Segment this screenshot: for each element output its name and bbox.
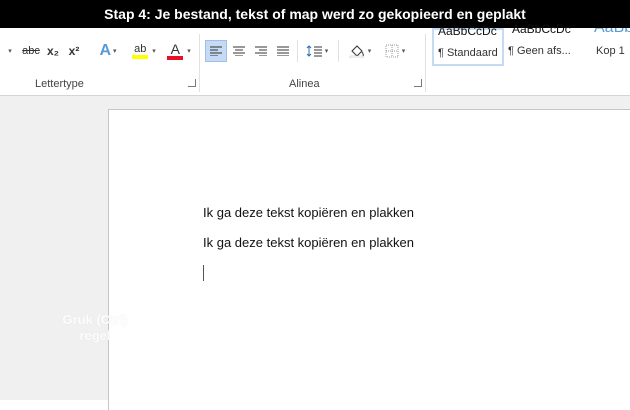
align-left-button[interactable] [205,40,227,62]
paragraph-dialog-launcher-icon[interactable] [414,79,422,87]
group-divider [425,34,426,92]
align-left-icon [210,46,222,56]
strikethrough-button[interactable]: abc [20,40,42,62]
font-color-swatch [167,56,184,60]
font-color-icon: A [167,41,184,60]
justify-icon [277,46,289,56]
highlighter-icon: ab [132,43,149,59]
line-spacing-icon [306,45,322,57]
align-center-icon [233,46,245,56]
chevron-down-icon: ▾ [187,48,191,55]
font-dropdown-tail[interactable]: ▾ [4,40,16,62]
style-name: ¶ Standaard [438,47,498,59]
overlay-ghost-text: Gruk (Ctrl) regel [40,312,150,344]
style-standaard[interactable]: AaBbCcDc ¶ Standaard [432,24,504,66]
shading-button[interactable]: ▾ [344,40,376,62]
highlight-color-swatch [132,55,149,59]
borders-icon [385,44,399,58]
style-geen-afstand[interactable]: AaBbCcDc ¶ Geen afs... [506,22,586,66]
style-sample: AaBbC [594,28,630,37]
highlight-label: ab [134,43,147,55]
subscript-button[interactable]: x₂ [44,40,62,62]
align-center-button[interactable] [229,40,249,62]
chevron-down-icon: ▾ [324,48,329,55]
document-page[interactable] [108,109,630,410]
borders-button[interactable]: ▾ [380,40,410,62]
font-dialog-launcher-icon[interactable] [188,79,196,87]
superscript-button[interactable]: x² [65,40,83,62]
caption-text: Stap 4: Je bestand, tekst of map werd zo… [104,6,526,22]
highlight-button[interactable]: ab ▾ [128,40,160,62]
chevron-down-icon: ▾ [367,48,372,55]
style-name: Kop 1 [596,45,625,57]
chevron-down-icon: ▾ [401,48,406,55]
text-effects-icon: A [99,42,112,59]
justify-button[interactable] [273,40,293,62]
subscript-label: x₂ [46,44,59,58]
styles-gallery: AaBbCcDc ¶ Standaard AaBbCcDc ¶ Geen afs… [430,22,630,67]
style-kop-1[interactable]: AaBbC Kop 1 [588,28,630,66]
style-sample: AaBbCcDc [438,24,497,38]
button-divider [338,40,339,62]
font-color-button[interactable]: A ▾ [164,40,194,62]
button-divider [297,40,298,62]
text-caret [203,265,204,281]
overlay-line: Gruk (Ctrl) [62,312,128,327]
line-spacing-button[interactable]: ▾ [302,40,332,62]
strikethrough-label: abc [22,45,40,57]
paragraph-group-label: Alinea [289,78,320,90]
text-effects-button[interactable]: A ▾ [95,40,121,62]
document-line[interactable]: Ik ga deze tekst kopiëren en plakken [203,205,414,220]
paint-bucket-icon [349,45,364,58]
group-divider [199,34,200,92]
style-name: ¶ Geen afs... [508,45,571,57]
font-group-label: Lettertype [35,78,84,90]
font-color-label: A [170,41,180,57]
superscript-label: x² [68,44,80,58]
align-right-icon [255,46,267,56]
align-right-button[interactable] [251,40,271,62]
document-line[interactable]: Ik ga deze tekst kopiëren en plakken [203,235,414,250]
style-sample: AaBbCcDc [512,22,571,36]
chevron-down-icon: ▾ [113,48,117,55]
overlay-line: regel [79,328,111,343]
chevron-down-icon: ▾ [152,48,156,55]
